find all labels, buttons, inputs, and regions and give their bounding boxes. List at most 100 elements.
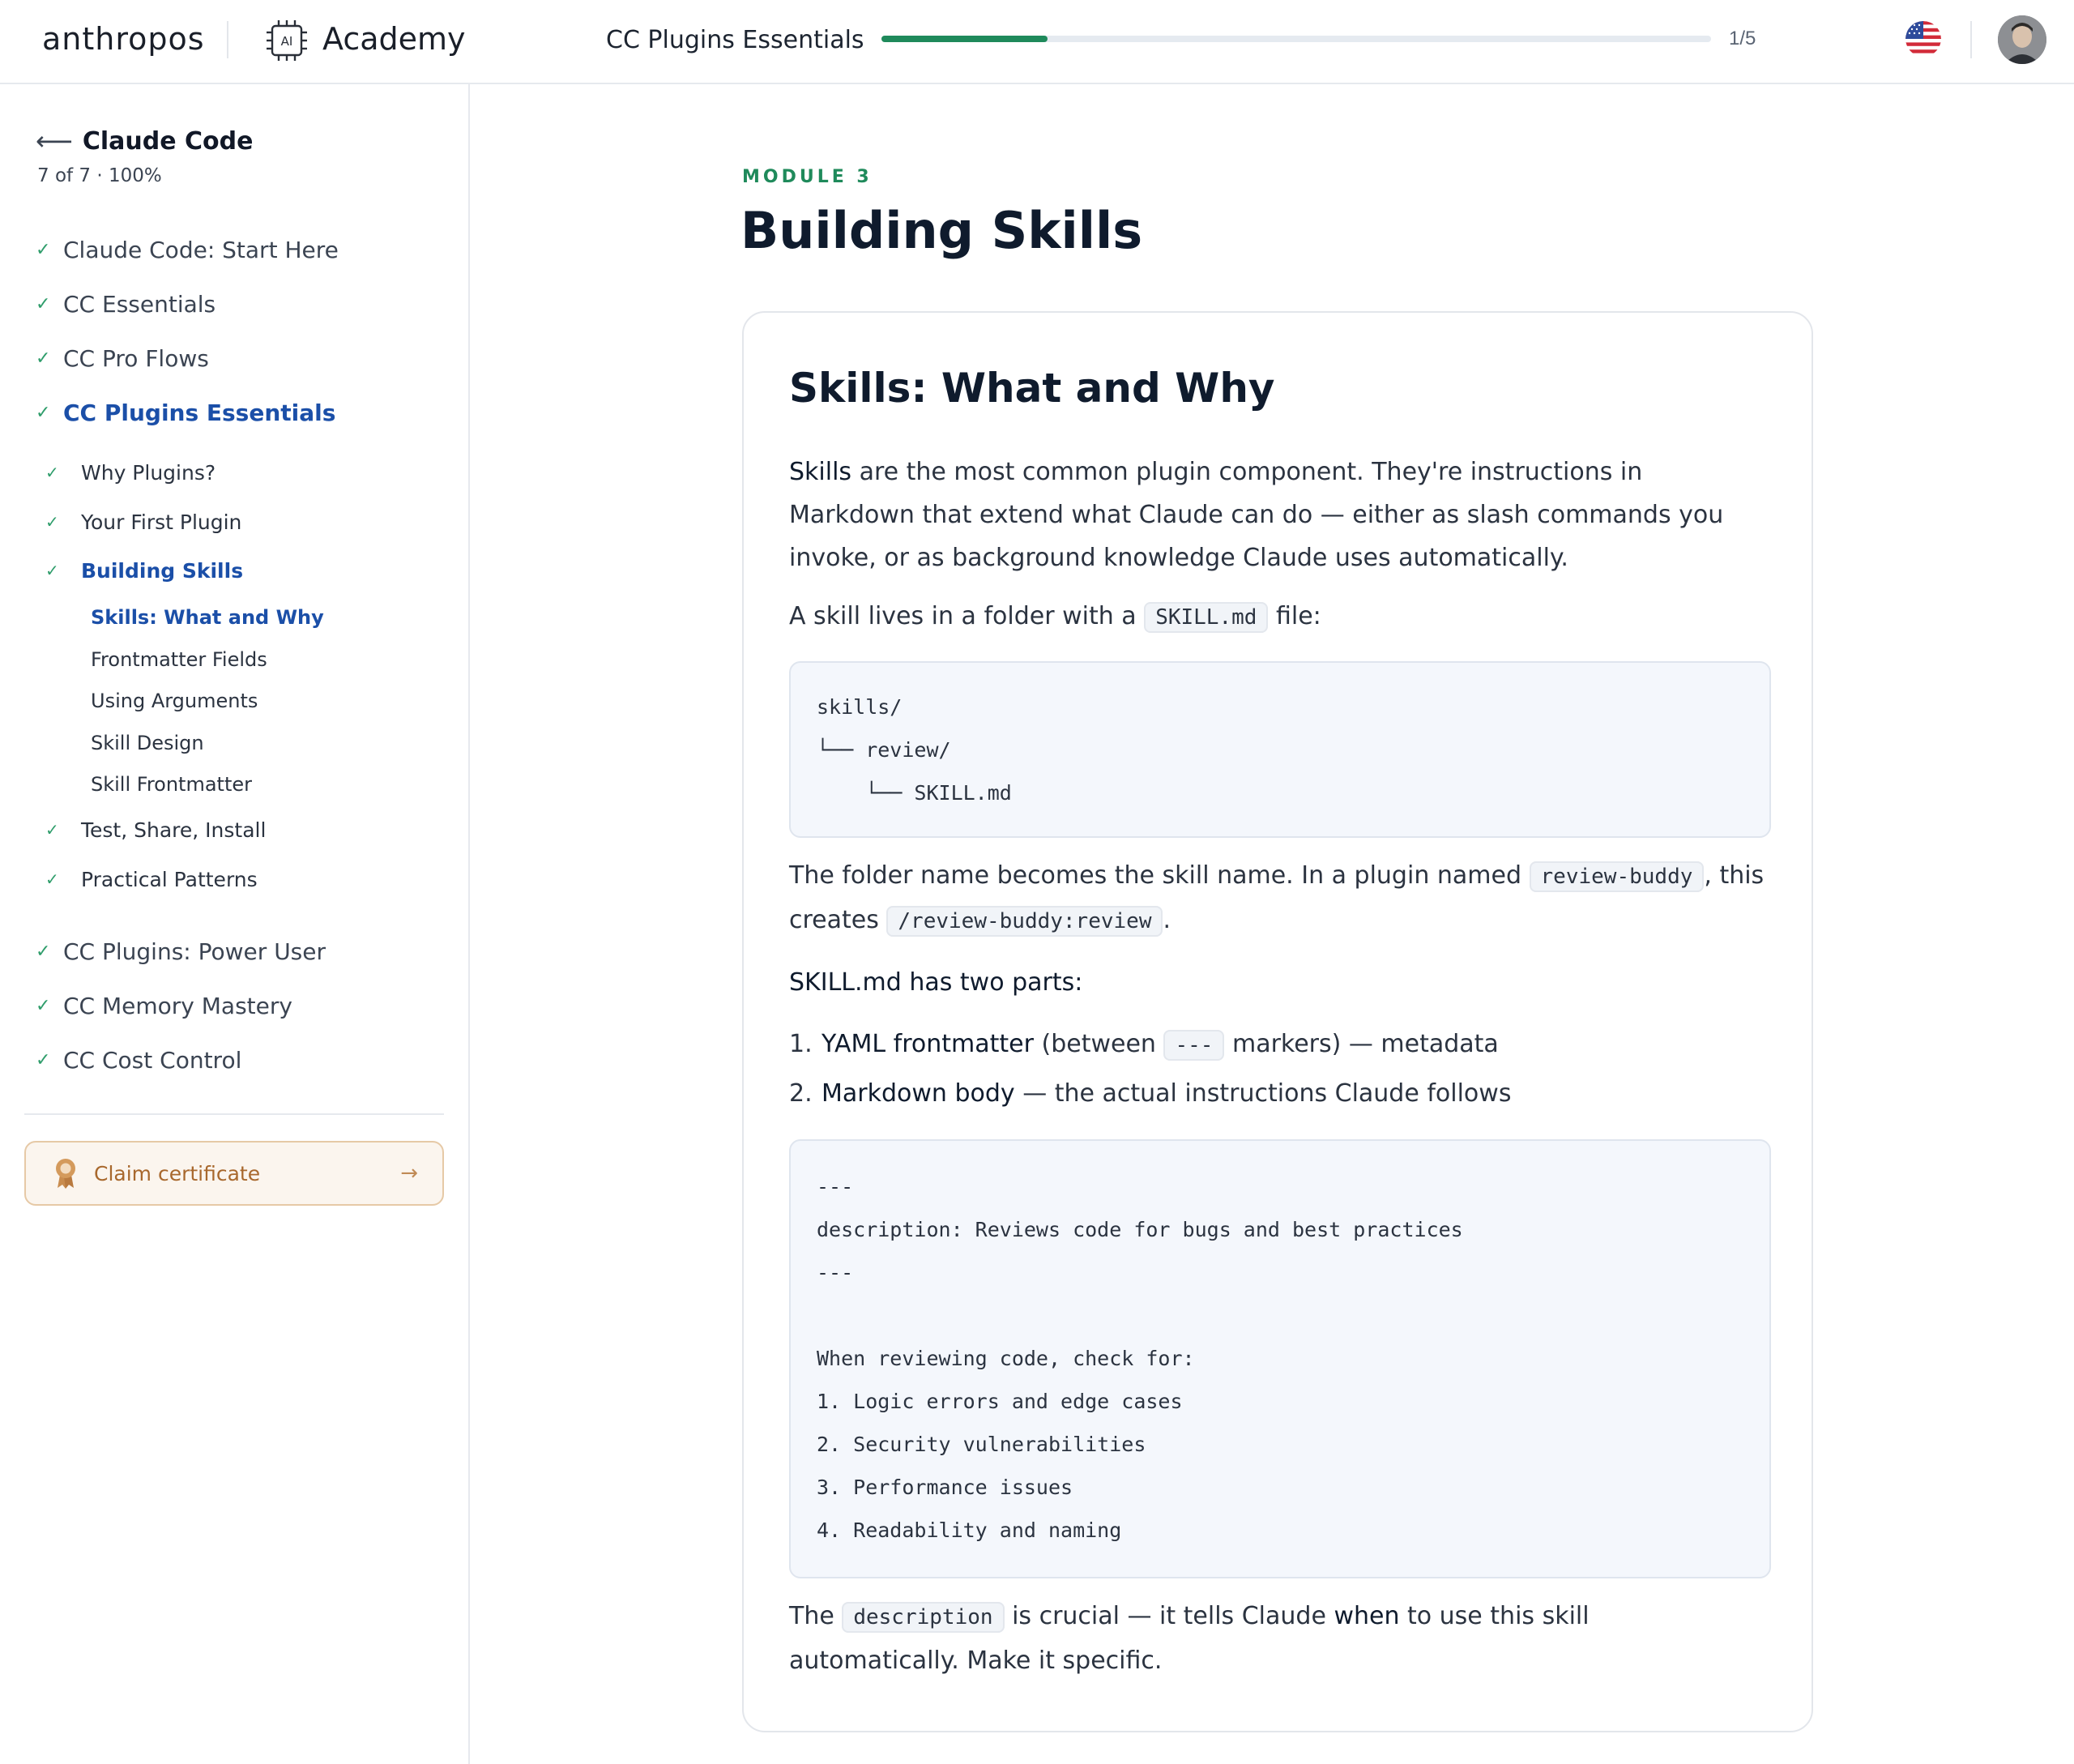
code-line: └── review/ — [817, 738, 951, 762]
module-label: Building Skills — [81, 558, 244, 583]
sidebar-lesson-skill-design[interactable]: Skill Design — [91, 729, 204, 757]
check-icon: ✓ — [36, 293, 51, 314]
module-label: Test, Share, Install — [81, 818, 267, 842]
sidebar-course-essentials[interactable]: ✓ CC Essentials — [36, 288, 216, 320]
sidebar-course-start-here[interactable]: ✓ Claude Code: Start Here — [36, 233, 339, 266]
list-term: Markdown body — [821, 1079, 1015, 1108]
text-run: Markdown that extend what Claude can do … — [789, 501, 1724, 529]
brand-logo[interactable]: anthropos — [42, 21, 205, 57]
back-to-course[interactable]: ⟵ Claude Code — [36, 123, 254, 159]
sidebar-progress-stats: 7 of 7 · 100% — [37, 165, 162, 186]
list-number: 2. — [789, 1079, 813, 1108]
inline-code: /review-buddy:review — [886, 906, 1163, 937]
text-run: is crucial — it tells Claude — [1004, 1602, 1334, 1630]
text-run: creates — [789, 906, 887, 934]
text-run: invoke, or as background knowledge Claud… — [789, 544, 1568, 572]
course-progress-fill — [881, 36, 1048, 42]
header-divider — [1970, 21, 1972, 58]
lesson-title: Skills: What and Why — [789, 365, 1275, 412]
check-icon: ✓ — [36, 1049, 51, 1070]
sidebar-module-why-plugins[interactable]: ✓ Why Plugins? — [45, 458, 216, 487]
sidebar-course-plugins-essentials[interactable]: ✓ CC Plugins Essentials — [36, 396, 335, 429]
progress-count: 1/5 — [1729, 28, 1756, 49]
course-label: CC Essentials — [63, 290, 216, 318]
list-number: 1. — [789, 1030, 813, 1058]
sidebar-course-memory-mastery[interactable]: ✓ CC Memory Mastery — [36, 989, 292, 1022]
arrow-right-icon: → — [400, 1161, 418, 1185]
course-label: Claude Code: Start Here — [63, 236, 339, 263]
sidebar-course-plugins-power-user[interactable]: ✓ CC Plugins: Power User — [36, 935, 326, 967]
text-run: The — [789, 1602, 843, 1630]
list-item: 1. YAML frontmatter (between --- markers)… — [789, 1023, 1499, 1067]
text-run: file: — [1268, 602, 1321, 630]
check-icon: ✓ — [36, 402, 51, 423]
module-label: Why Plugins? — [81, 460, 216, 485]
text-run: The folder name becomes the skill name. … — [789, 861, 1530, 890]
lesson-label: Skills: What and Why — [91, 606, 324, 629]
code-line: 4. Readability and naming — [817, 1518, 1122, 1542]
code-line: skills/ — [817, 695, 903, 719]
folder-name-paragraph: The folder name becomes the skill name. … — [789, 854, 1771, 943]
course-title: CC Plugins Essentials — [606, 26, 864, 54]
check-icon: ✓ — [45, 820, 59, 839]
code-line: 2. Security vulnerabilities — [817, 1433, 1146, 1456]
top-bar: anthropos AI Academy CC Plugins Essentia… — [0, 0, 2074, 84]
module-label: Your First Plugin — [81, 510, 242, 534]
sidebar-lesson-using-arguments[interactable]: Using Arguments — [91, 687, 258, 715]
skill-md-code-block: --- description: Reviews code for bugs a… — [789, 1139, 1771, 1578]
course-label: CC Memory Mastery — [63, 992, 292, 1019]
code-line: 3. Performance issues — [817, 1476, 1073, 1499]
two-parts-heading: SKILL.md has two parts: — [789, 961, 1771, 1004]
back-arrow-icon[interactable]: ⟵ — [36, 126, 73, 156]
sidebar-lesson-frontmatter-fields[interactable]: Frontmatter Fields — [91, 646, 267, 673]
lesson-card: Skills: What and Why Skills are the most… — [742, 311, 1813, 1732]
check-icon: ✓ — [45, 561, 59, 580]
award-ribbon-icon — [56, 1159, 75, 1189]
text-run: SKILL.md has two parts: — [789, 968, 1083, 997]
claim-certificate-button[interactable]: Claim certificate → — [24, 1141, 444, 1206]
code-line: 1. Logic errors and edge cases — [817, 1390, 1183, 1413]
chip-ai-icon: AI — [267, 20, 307, 61]
sidebar-lesson-skill-frontmatter[interactable]: Skill Frontmatter — [91, 771, 252, 798]
sidebar-module-building-skills[interactable]: ✓ Building Skills — [45, 556, 243, 585]
text-run: automatically. Make it specific. — [789, 1647, 1163, 1675]
course-progress-bar — [881, 36, 1711, 42]
text-run: (between — [1033, 1030, 1164, 1058]
sidebar-module-test-share-install[interactable]: ✓ Test, Share, Install — [45, 815, 266, 844]
sidebar-lesson-skills-what-why[interactable]: Skills: What and Why — [91, 604, 324, 631]
folder-tree-code-block: skills/ └── review/ └── SKILL.md — [789, 661, 1771, 838]
inline-code: --- — [1163, 1030, 1225, 1061]
lesson-label: Using Arguments — [91, 690, 258, 712]
sidebar-course-cost-control[interactable]: ✓ CC Cost Control — [36, 1044, 241, 1076]
code-line: --- — [817, 1175, 854, 1198]
text-run: . — [1163, 906, 1171, 934]
sidebar-module-practical-patterns[interactable]: ✓ Practical Patterns — [45, 865, 258, 894]
check-icon: ✓ — [36, 995, 51, 1016]
folder-paragraph: A skill lives in a folder with a SKILL.m… — [789, 595, 1771, 639]
check-icon: ✓ — [45, 512, 59, 532]
course-label: CC Plugins Essentials — [63, 399, 336, 426]
sidebar-course-pro-flows[interactable]: ✓ CC Pro Flows — [36, 342, 209, 374]
code-line: When reviewing code, check for: — [817, 1347, 1195, 1370]
intro-paragraph: Skills are the most common plugin compon… — [789, 451, 1771, 579]
module-label: MODULE 3 — [742, 167, 873, 187]
svg-text:AI: AI — [281, 34, 293, 49]
us-flag-icon[interactable] — [1905, 21, 1941, 57]
list-term: YAML frontmatter — [821, 1030, 1034, 1058]
inline-code: review-buddy — [1529, 861, 1705, 892]
check-icon: ✓ — [36, 348, 51, 369]
sidebar-divider — [24, 1113, 444, 1115]
text-run: — the actual instructions Claude follows — [1014, 1079, 1512, 1108]
sidebar-title[interactable]: Claude Code — [83, 127, 254, 156]
academy-label[interactable]: Academy — [322, 21, 466, 57]
check-icon: ✓ — [45, 463, 59, 482]
user-avatar[interactable] — [1998, 15, 2046, 64]
module-label: Practical Patterns — [81, 867, 258, 891]
check-icon: ✓ — [36, 941, 51, 962]
check-icon: ✓ — [45, 869, 59, 889]
course-label: CC Cost Control — [63, 1046, 242, 1074]
course-label: CC Pro Flows — [63, 344, 209, 372]
certificate-label: Claim certificate — [94, 1161, 261, 1185]
text-run: are the most common plugin component. Th… — [851, 458, 1643, 486]
sidebar-module-first-plugin[interactable]: ✓ Your First Plugin — [45, 507, 241, 536]
